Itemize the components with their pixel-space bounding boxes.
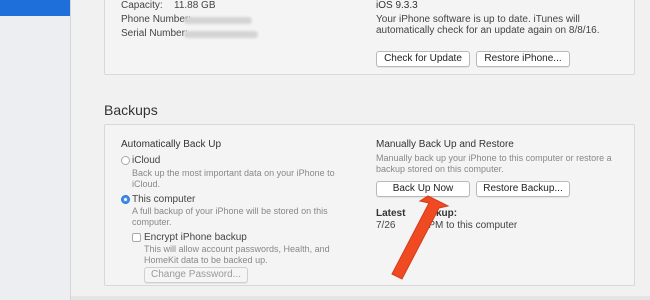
manual-backup-description: Manually back up your iPhone to this com…: [376, 153, 612, 174]
serial-number-label: Serial Number:: [121, 28, 188, 39]
this-computer-label[interactable]: This computer: [132, 194, 195, 205]
latest-backup-value: 7/26: [376, 220, 396, 231]
latest-backup-label: Latest: [376, 208, 406, 219]
encrypt-backup-checkbox[interactable]: [132, 233, 141, 242]
update-status: Your iPhone software is up to date. iTun…: [376, 14, 600, 36]
manual-backup-title: Manually Back Up and Restore: [376, 139, 514, 150]
sidebar-selected-item[interactable]: [0, 0, 70, 16]
icloud-radio[interactable]: [121, 156, 130, 165]
auto-backup-title: Automatically Back Up: [121, 139, 222, 150]
encrypt-backup-description: This will allow account passwords, Healt…: [144, 244, 330, 265]
ios-version: iOS 9.3.3: [376, 0, 418, 11]
phone-number-label: Phone Number:: [121, 14, 192, 25]
icloud-label[interactable]: iCloud: [132, 155, 160, 166]
bottom-border: [71, 296, 650, 300]
restore-iphone-button[interactable]: Restore iPhone...: [476, 51, 570, 67]
latest-backup-label-tail: kup:: [436, 208, 458, 219]
backups-heading: Backups: [104, 102, 158, 118]
serial-number-redacted: [184, 31, 258, 38]
latest-backup-value-tail: 8 PM to this computer: [420, 220, 518, 231]
this-computer-radio[interactable]: [121, 195, 130, 204]
change-password-button[interactable]: Change Password...: [144, 267, 248, 283]
phone-number-redacted: [184, 17, 252, 24]
restore-backup-button[interactable]: Restore Backup...: [476, 181, 570, 197]
this-computer-description: A full backup of your iPhone will be sto…: [132, 206, 328, 227]
icloud-description: Back up the most important data on your …: [132, 168, 335, 189]
back-up-now-button[interactable]: Back Up Now: [376, 181, 470, 197]
check-for-update-button[interactable]: Check for Update: [376, 51, 470, 67]
capacity-value: 11.88 GB: [174, 0, 216, 11]
sidebar: [0, 0, 71, 300]
encrypt-backup-label[interactable]: Encrypt iPhone backup: [144, 232, 247, 243]
capacity-label: Capacity:: [121, 0, 163, 11]
